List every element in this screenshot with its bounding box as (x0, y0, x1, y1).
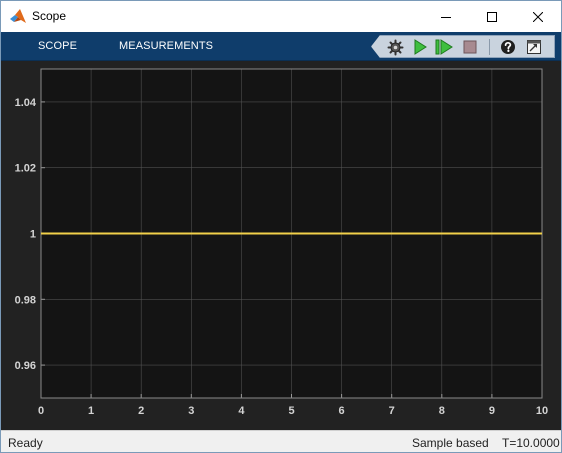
run-icon (414, 39, 427, 55)
close-icon (533, 11, 543, 22)
x-tick-label: 1 (88, 405, 94, 417)
close-button[interactable] (515, 1, 561, 32)
help-icon (500, 40, 515, 54)
y-tick-label: 0.96 (15, 360, 36, 372)
scope-window: Scope SCOPE MEASUREMENTS 0 1 2 3 4 5 6 7… (0, 0, 562, 453)
x-tick-label: 10 (536, 405, 548, 417)
stop-button[interactable] (460, 38, 479, 56)
undock-icon (526, 40, 541, 54)
step-forward-button[interactable] (434, 38, 453, 56)
toolstrip: SCOPE MEASUREMENTS (1, 32, 561, 61)
matlab-logo-icon (10, 9, 26, 23)
y-tick-label: 1 (30, 229, 36, 241)
status-time-text: T=10.0000 (502, 436, 560, 450)
settings-gear-icon (387, 39, 404, 55)
x-tick-label: 3 (188, 405, 194, 417)
x-tick-label: 6 (339, 405, 345, 417)
maximize-button[interactable] (469, 1, 515, 32)
plot-area[interactable]: 0 1 2 3 4 5 6 7 8 9 10 0.96 0.98 1 1.02 1.04 (1, 61, 561, 430)
minimize-icon (441, 16, 451, 18)
x-tick-label: 9 (489, 405, 495, 417)
undock-button[interactable] (524, 38, 543, 56)
run-button[interactable] (410, 38, 429, 56)
y-tick-label: 0.98 (15, 294, 36, 306)
x-tick-label: 7 (389, 405, 395, 417)
x-tick-label: 2 (138, 405, 144, 417)
maximize-icon (487, 11, 497, 22)
status-mode-text: Sample based (412, 436, 489, 450)
tab-scope[interactable]: SCOPE (38, 40, 77, 52)
title-bar[interactable]: Scope (1, 1, 561, 32)
status-bar: Ready Sample based T=10.0000 (1, 430, 561, 452)
x-tick-label: 8 (439, 405, 445, 417)
window-title: Scope (32, 9, 67, 23)
help-button[interactable] (498, 38, 517, 56)
toolbar-separator (489, 39, 490, 55)
scope-plot[interactable]: 0 1 2 3 4 5 6 7 8 9 10 0.96 0.98 1 1.02 1.04 (1, 61, 561, 430)
x-tick-label: 5 (288, 405, 294, 417)
x-tick-label: 4 (238, 405, 245, 417)
y-tick-label: 1.04 (15, 97, 37, 109)
x-tick-label: 0 (38, 405, 44, 417)
step-forward-icon (435, 39, 453, 55)
settings-button[interactable] (386, 38, 405, 56)
minimize-button[interactable] (423, 1, 469, 32)
quick-access-toolbar (371, 35, 555, 58)
y-tick-label: 1.02 (15, 163, 36, 175)
stop-icon (463, 40, 476, 54)
status-ready-text: Ready (8, 436, 43, 450)
tab-measurements[interactable]: MEASUREMENTS (119, 40, 213, 52)
